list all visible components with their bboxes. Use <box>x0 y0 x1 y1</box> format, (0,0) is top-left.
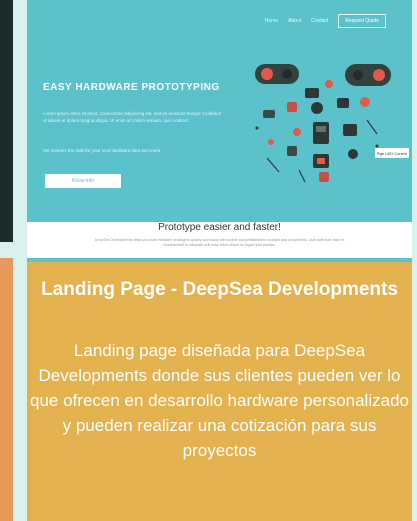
nav-request-quote-button: Request Quote <box>338 14 386 28</box>
feature-text: DeepSea Developments helps you build har… <box>94 238 345 247</box>
hardware-components-illustration: Rgb LED Control <box>255 64 409 183</box>
hero-description: Lorem ipsum dolor sit amet, consectetur … <box>43 111 222 123</box>
project-title: Landing Page - DeepSea Developments <box>41 279 398 300</box>
hero-title: EASY HARDWARE PROTOTYPING <box>43 82 220 93</box>
hero-button: Know info <box>45 174 121 188</box>
hero-subtext: We connect the dots for your next hardwa… <box>43 148 162 153</box>
nav-link-about: About <box>288 18 302 24</box>
preview-nav: Home About Contact Request Quote <box>265 14 386 28</box>
adjacent-card-strip-dark <box>0 0 13 242</box>
adjacent-card-strip-orange <box>0 258 13 521</box>
nav-link-contact: Contact <box>311 18 329 24</box>
project-caption: Landing Page - DeepSea Developments Land… <box>27 262 412 521</box>
project-screenshot: Home About Contact Request Quote EASY HA… <box>27 0 412 258</box>
portfolio-card[interactable]: Home About Contact Request Quote EASY HA… <box>27 0 412 521</box>
callout-label: Rgb LED Control <box>377 151 407 156</box>
feature-title: Prototype easier and faster! <box>158 222 281 233</box>
nav-link-home: Home <box>264 18 279 24</box>
feature-section: Prototype easier and faster! DeepSea Dev… <box>27 222 412 258</box>
project-description: Landing page diseñada para DeepSea Devel… <box>30 341 409 460</box>
